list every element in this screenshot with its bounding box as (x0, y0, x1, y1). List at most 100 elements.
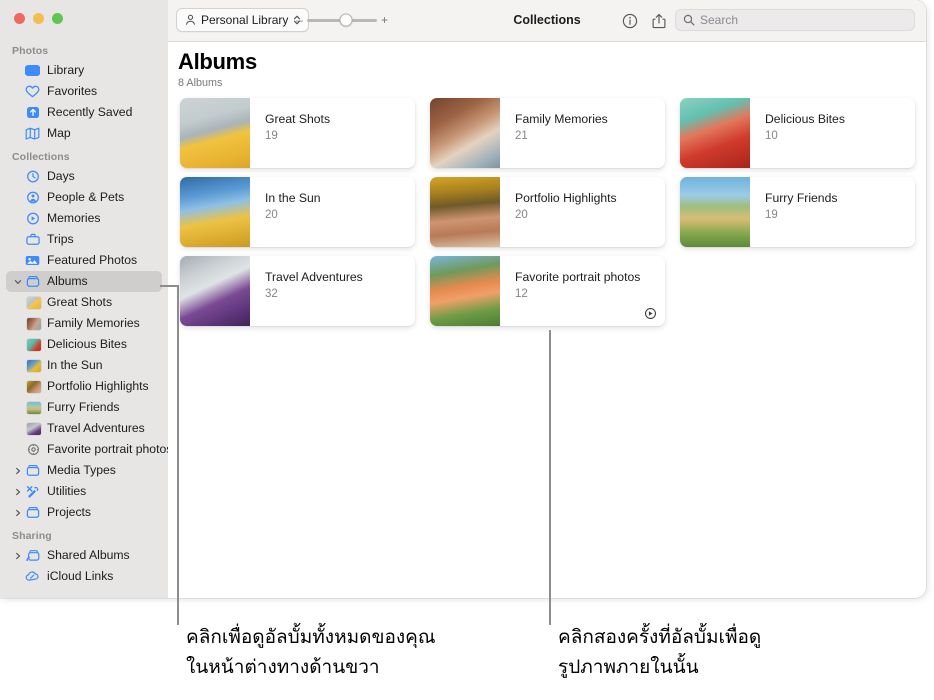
sidebar-item-portfolio-highlights[interactable]: Portfolio Highlights (6, 376, 162, 397)
album-count: 19 (765, 209, 778, 221)
sidebar-item-label: Library (47, 63, 85, 78)
sidebar-item-label: Utilities (47, 484, 87, 499)
minimize-button[interactable] (33, 13, 44, 24)
sidebar-item-family-memories[interactable]: Family Memories (6, 313, 162, 334)
sidebar-item-favorite-portrait-photos[interactable]: Favorite portrait photos (6, 439, 168, 460)
chevron-down-icon[interactable] (12, 278, 23, 286)
sidebar-item-label: Projects (47, 505, 92, 520)
search-placeholder: Search (700, 13, 739, 27)
sidebar-item-map[interactable]: Map (6, 123, 162, 144)
sidebar-item-label: Family Memories (47, 316, 140, 331)
album-thumbnail (430, 256, 500, 326)
album-card[interactable]: In the Sun 20 (180, 177, 415, 247)
annotation-right: คลิกสองครั้งที่อัลบั้มเพื่อดู รูปภาพภายใ… (558, 626, 762, 678)
sidebar-item-utilities[interactable]: Utilities (6, 481, 162, 502)
sidebar-item-favorites[interactable]: Favorites (6, 81, 162, 102)
sidebar-item-label: In the Sun (47, 358, 103, 373)
album-card[interactable]: Travel Adventures 32 (180, 256, 415, 326)
sidebar-item-in-the-sun[interactable]: In the Sun (6, 355, 162, 376)
chevron-right-icon[interactable] (12, 509, 23, 517)
album-thumbnail (430, 98, 500, 168)
personal-library-button[interactable]: Personal Library (176, 8, 310, 32)
album-card[interactable]: Delicious Bites 10 (680, 98, 915, 168)
zoom-out-label[interactable]: – (296, 14, 303, 26)
sidebar-item-label: Shared Albums (47, 548, 130, 563)
close-button[interactable] (14, 13, 25, 24)
sidebar-item-days[interactable]: Days (6, 166, 162, 187)
sidebar-item-great-shots[interactable]: Great Shots (6, 292, 162, 313)
search-input[interactable]: Search (675, 9, 915, 31)
album-thumb-icon (26, 338, 41, 351)
callout-line-right-vertical (549, 330, 551, 625)
zoom-slider-track[interactable] (307, 13, 377, 27)
sidebar-item-memories[interactable]: Memories (6, 208, 162, 229)
album-card-body: Portfolio Highlights 20 (500, 177, 665, 247)
album-thumbnail (180, 98, 250, 168)
sidebar-item-label: People & Pets (47, 190, 125, 205)
album-card-body: Great Shots 19 (250, 98, 415, 168)
smart-album-gear-icon (644, 307, 657, 320)
sidebar-item-label: Delicious Bites (47, 337, 127, 352)
sidebar-item-icloud-links[interactable]: iCloud Links (6, 566, 162, 587)
zoom-button[interactable] (52, 13, 63, 24)
sidebar-item-furry-friends[interactable]: Furry Friends (6, 397, 162, 418)
album-count-subtitle: 8 Albums (178, 77, 223, 89)
chevron-right-icon[interactable] (12, 467, 23, 475)
info-circle-icon[interactable] (620, 11, 640, 31)
photos-app-window: Photos Library Favorites Recently Saved … (0, 0, 926, 598)
album-card-body: Delicious Bites 10 (750, 98, 915, 168)
sidebar-item-projects[interactable]: Projects (6, 502, 162, 523)
map-icon (24, 126, 41, 141)
album-count: 20 (265, 209, 278, 221)
page-title: Albums (178, 49, 257, 74)
sidebar-item-label: Days (47, 169, 75, 184)
sidebar-item-featured-photos[interactable]: Featured Photos (6, 250, 162, 271)
album-card[interactable]: Favorite portrait photos 12 (430, 256, 665, 326)
recently-saved-icon (24, 105, 41, 120)
album-icon (24, 274, 41, 289)
album-card[interactable]: Family Memories 21 (430, 98, 665, 168)
album-title: In the Sun (265, 191, 321, 205)
zoom-slider-knob[interactable] (339, 13, 353, 27)
sidebar-item-albums[interactable]: Albums (6, 271, 162, 292)
zoom-slider[interactable]: – + (296, 8, 388, 32)
sidebar-item-trips[interactable]: Trips (6, 229, 162, 250)
sidebar-item-recently-saved[interactable]: Recently Saved (6, 102, 162, 123)
sidebar-item-delicious-bites[interactable]: Delicious Bites (6, 334, 162, 355)
album-icon (24, 505, 41, 520)
sidebar-item-label: Portfolio Highlights (47, 379, 149, 394)
sidebar-item-media-types[interactable]: Media Types (6, 460, 162, 481)
sidebar-item-label: Travel Adventures (47, 421, 145, 436)
callout-line-left-vertical (177, 285, 179, 625)
icloud-link-icon (24, 569, 41, 584)
window-controls (14, 13, 63, 24)
sidebar-item-label: Favorite portrait photos (47, 442, 168, 457)
albums-grid: Great Shots 19 Family Memories 21 Delici… (180, 98, 916, 326)
sidebar-item-label: Albums (47, 274, 88, 289)
sidebar-item-label: Media Types (47, 463, 116, 478)
sidebar-scroll[interactable]: Photos Library Favorites Recently Saved … (0, 42, 168, 598)
gear-icon (26, 443, 41, 456)
heart-icon (24, 84, 41, 99)
sidebar-item-library[interactable]: Library (6, 60, 162, 81)
chevron-right-icon[interactable] (12, 488, 23, 496)
album-card-body: Family Memories 21 (500, 98, 665, 168)
sidebar: Photos Library Favorites Recently Saved … (0, 0, 168, 598)
chevron-right-icon[interactable] (12, 552, 23, 560)
sidebar-item-travel-adventures[interactable]: Travel Adventures (6, 418, 162, 439)
album-card[interactable]: Furry Friends 19 (680, 177, 915, 247)
zoom-in-label[interactable]: + (381, 14, 388, 26)
album-card[interactable]: Portfolio Highlights 20 (430, 177, 665, 247)
album-count: 12 (515, 288, 528, 300)
utilities-icon (24, 484, 41, 499)
album-card[interactable]: Great Shots 19 (180, 98, 415, 168)
sidebar-item-people-and-pets[interactable]: People & Pets (6, 187, 162, 208)
trips-icon (24, 232, 41, 247)
share-icon[interactable] (649, 11, 669, 31)
album-title: Portfolio Highlights (515, 191, 617, 205)
album-thumbnail (680, 177, 750, 247)
library-icon (24, 63, 41, 78)
search-icon (683, 14, 695, 26)
shared-album-icon (24, 548, 41, 563)
sidebar-item-shared-albums[interactable]: Shared Albums (6, 545, 162, 566)
